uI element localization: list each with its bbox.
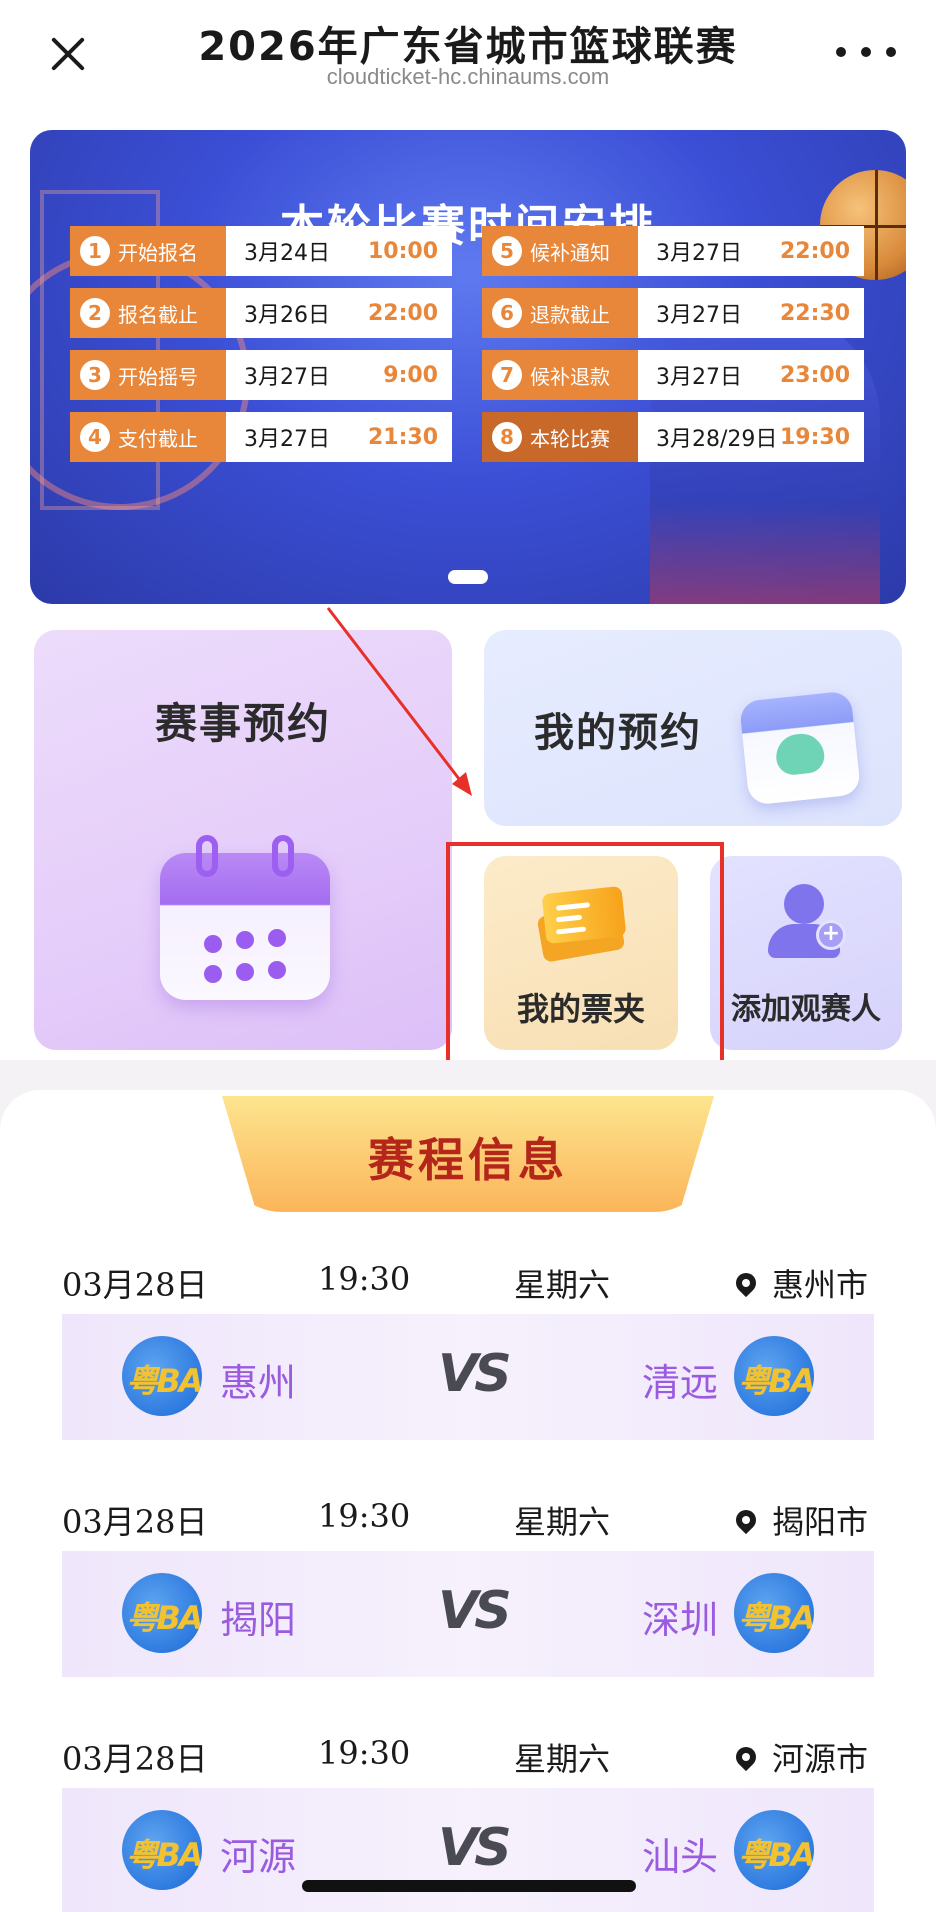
match-location: 河源市 (731, 1734, 869, 1780)
team-logo: 粤BA (122, 1810, 202, 1890)
schedule-item: 8 本轮比赛 3月28/29日 19:30 (482, 412, 864, 462)
annotation-arrow (326, 607, 472, 796)
step-time: 21:30 (367, 424, 438, 450)
schedule-item: 5 候补通知 3月27日 22:00 (482, 226, 864, 276)
step-label: 支付截止 (118, 426, 198, 451)
schedule-title: 赛程信息 (368, 1133, 568, 1187)
location-pin-icon (731, 1742, 761, 1772)
calendar-icon (160, 835, 330, 1000)
step-label: 报名截止 (118, 302, 198, 327)
step-time: 9:00 (383, 362, 438, 388)
step-number: 3 (80, 360, 110, 390)
schedule-banner[interactable]: 本轮比赛时间安排 1 开始报名 3月24日 10:00 2 报名截止 3月26日 22:… (30, 130, 906, 604)
home-indicator[interactable] (302, 1880, 636, 1892)
match-weekday: 星期六 (514, 1503, 611, 1541)
step-date: 3月28/29日 (656, 427, 778, 452)
step-date: 3月26日 (244, 303, 330, 328)
step-date: 3月27日 (244, 365, 330, 390)
team-logo: 粤BA (122, 1336, 202, 1416)
away-team: 深圳 (642, 1598, 719, 1642)
match-row[interactable]: 粤BA 惠州 VS 清远 粤BA (62, 1314, 874, 1440)
location-text: 揭阳市 (772, 1503, 869, 1541)
step-label: 开始摇号 (118, 364, 198, 389)
step-label: 候补退款 (530, 364, 610, 389)
step-date: 3月27日 (656, 365, 742, 390)
location-text: 惠州市 (772, 1266, 869, 1304)
carousel-indicator[interactable] (448, 570, 488, 584)
add-spectator-card[interactable]: + 添加观赛人 (710, 856, 902, 1050)
match-weekday: 星期六 (514, 1266, 611, 1304)
match-date: 03月28日 (62, 1266, 208, 1304)
team-logo: 粤BA (734, 1336, 814, 1416)
vs-label: VS (438, 1344, 512, 1404)
annotation-highlight-box (446, 842, 724, 1072)
vs-label: VS (438, 1818, 512, 1878)
schedule-item: 7 候补退款 3月27日 23:00 (482, 350, 864, 400)
add-spectator-label: 添加观赛人 (731, 992, 881, 1027)
match-item: 03月28日 19:30 星期六 揭阳市 粤BA 揭阳 VS 深圳 粤BA (0, 1497, 936, 1717)
step-number: 8 (492, 422, 522, 452)
step-label: 退款截止 (530, 302, 610, 327)
step-time: 19:30 (779, 424, 850, 450)
step-date: 3月27日 (244, 427, 330, 452)
team-logo: 粤BA (734, 1573, 814, 1653)
vs-label: VS (438, 1581, 512, 1641)
step-number: 6 (492, 298, 522, 328)
step-time: 23:00 (779, 362, 850, 388)
step-number: 4 (80, 422, 110, 452)
location-text: 河源市 (772, 1740, 869, 1778)
away-team: 清远 (642, 1361, 719, 1405)
step-number: 5 (492, 236, 522, 266)
step-time: 10:00 (367, 238, 438, 264)
match-time: 19:30 (318, 1497, 411, 1535)
match-item: 03月28日 19:30 星期六 惠州市 粤BA 惠州 VS 清远 粤BA (0, 1260, 936, 1480)
step-label: 本轮比赛 (530, 426, 610, 451)
my-reservation-label: 我的预约 (534, 710, 702, 756)
location-pin-icon (731, 1505, 761, 1535)
match-time: 19:30 (318, 1734, 411, 1772)
match-row[interactable]: 粤BA 揭阳 VS 深圳 粤BA (62, 1551, 874, 1677)
match-date: 03月28日 (62, 1503, 208, 1541)
top-bar: 2026年广东省城市篮球联赛 cloudticket-hc.chinaums.c… (0, 0, 936, 110)
location-pin-icon (731, 1268, 761, 1298)
home-team: 揭阳 (220, 1598, 297, 1642)
match-location: 惠州市 (731, 1260, 869, 1306)
match-weekday: 星期六 (514, 1740, 611, 1778)
step-number: 2 (80, 298, 110, 328)
match-row[interactable]: 粤BA 河源 VS 汕头 粤BA (62, 1788, 874, 1912)
my-reservation-card[interactable]: 我的预约 (484, 630, 902, 826)
team-logo: 粤BA (734, 1810, 814, 1890)
home-team: 惠州 (220, 1361, 297, 1405)
schedule-item: 6 退款截止 3月27日 22:30 (482, 288, 864, 338)
step-date: 3月27日 (656, 303, 742, 328)
step-time: 22:00 (367, 300, 438, 326)
match-location: 揭阳市 (731, 1497, 869, 1543)
schedule-item: 4 支付截止 3月27日 21:30 (70, 412, 452, 462)
step-date: 3月27日 (656, 241, 742, 266)
step-number: 1 (80, 236, 110, 266)
step-label: 候补通知 (530, 240, 610, 265)
away-team: 汕头 (642, 1835, 719, 1879)
schedule-item: 1 开始报名 3月24日 10:00 (70, 226, 452, 276)
heart-calendar-icon (738, 682, 862, 806)
step-label: 开始报名 (118, 240, 198, 265)
step-time: 22:30 (779, 300, 850, 326)
match-time: 19:30 (318, 1260, 411, 1298)
home-team: 河源 (220, 1835, 297, 1879)
more-options-icon[interactable] (836, 40, 896, 64)
add-person-icon: + (768, 884, 848, 960)
team-logo: 粤BA (122, 1573, 202, 1653)
step-time: 22:00 (779, 238, 850, 264)
schedule-item: 2 报名截止 3月26日 22:00 (70, 288, 452, 338)
schedule-item: 3 开始摇号 3月27日 9:00 (70, 350, 452, 400)
step-number: 7 (492, 360, 522, 390)
page-url: cloudticket-hc.chinaums.com (326, 64, 610, 89)
match-date: 03月28日 (62, 1740, 208, 1778)
step-date: 3月24日 (244, 241, 330, 266)
